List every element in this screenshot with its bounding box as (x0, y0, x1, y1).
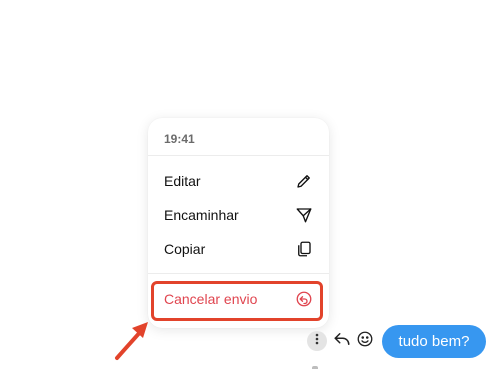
menu-item-copy-label: Copiar (164, 241, 206, 257)
message-bubble[interactable]: tudo bem? (382, 325, 486, 358)
menu-item-unsend-label: Cancelar envio (164, 291, 258, 307)
smiley-icon (356, 330, 374, 353)
message-text: tudo bem? (398, 333, 470, 350)
more-vertical-icon (315, 332, 319, 350)
message-time: 19:41 (164, 132, 195, 146)
menu-item-edit[interactable]: Editar (148, 164, 329, 198)
more-options-button[interactable] (307, 331, 327, 351)
menu-item-edit-label: Editar (164, 173, 201, 189)
reply-icon (333, 331, 351, 352)
send-icon (295, 206, 313, 224)
menu-item-unsend[interactable]: Cancelar envio (148, 282, 329, 316)
menu-divider-bottom (148, 273, 329, 274)
menu-item-copy[interactable]: Copiar (148, 232, 329, 266)
menu-divider-top (148, 155, 329, 156)
menu-item-forward-label: Encaminhar (164, 207, 239, 223)
react-button[interactable] (355, 331, 375, 351)
pencil-icon (295, 172, 313, 190)
undo-circle-icon (295, 290, 313, 308)
reply-button[interactable] (332, 331, 352, 351)
message-options-menu: 19:41 Editar Encaminhar Copiar Cancelar … (148, 118, 329, 328)
annotation-arrow-icon (115, 322, 148, 360)
menu-item-forward[interactable]: Encaminhar (148, 198, 329, 232)
copy-icon (295, 240, 313, 258)
